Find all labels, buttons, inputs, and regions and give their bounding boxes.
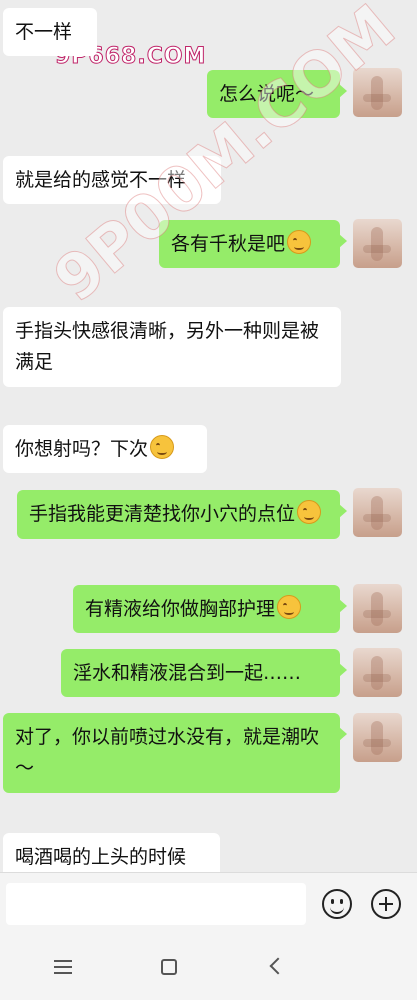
message-bubble-right[interactable]: 淫水和精液混合到一起…… [61, 649, 347, 697]
message-bubble-left[interactable]: 手指头快感很清晰，另外一种则是被满足 [3, 307, 341, 387]
chat-timestamp-mark [0, 812, 50, 824]
user-avatar[interactable] [353, 713, 402, 762]
chat-area[interactable]: 9P668.COM 不一样 怎么说呢～ 就是给的感觉不一样 各有千秋是吧 手指头… [0, 0, 417, 872]
smile-emoji-icon [287, 230, 312, 254]
message-text: 淫水和精液混合到一起…… [73, 662, 302, 684]
user-avatar[interactable] [353, 68, 402, 117]
message-text: 怎么说呢～ [219, 83, 315, 105]
user-avatar[interactable] [353, 488, 402, 537]
message-bubble-left[interactable]: 喝酒喝的上头的时候 [3, 833, 220, 872]
message-bubble-right[interactable]: 有精液给你做胸部护理 [73, 585, 347, 633]
message-text: 有精液给你做胸部护理 [85, 598, 276, 620]
message-text: 对了，你以前喷过水没有，就是潮吹～ [15, 726, 320, 779]
message-input-bar [0, 872, 417, 935]
message-bubble-left[interactable]: 就是给的感觉不一样 [3, 156, 221, 204]
grin-emoji-icon [277, 595, 302, 619]
message-bubble-right[interactable]: 各有千秋是吧 [159, 220, 347, 268]
message-text: 不一样 [15, 21, 73, 43]
menu-icon[interactable] [54, 960, 72, 974]
message-bubble-right[interactable]: 怎么说呢～ [207, 70, 347, 118]
chat-timestamp-mark [0, 290, 50, 302]
message-text: 各有千秋是吧 [171, 233, 286, 255]
back-icon[interactable] [269, 957, 287, 975]
smile-face-icon[interactable] [322, 889, 352, 919]
message-bubble-right[interactable]: 手指我能更清楚找你小穴的点位 [17, 490, 347, 539]
message-text: 就是给的感觉不一样 [15, 169, 187, 191]
message-text: 你想射吗？下次 [15, 438, 149, 460]
user-avatar[interactable] [353, 584, 402, 633]
blush-emoji-icon [297, 500, 322, 524]
message-bubble-right[interactable]: 对了，你以前喷过水没有，就是潮吹～ [3, 713, 347, 793]
user-avatar[interactable] [353, 219, 402, 268]
system-nav-bar [0, 934, 417, 1000]
user-avatar[interactable] [353, 648, 402, 697]
message-bubble-left[interactable]: 不一样 [3, 8, 97, 56]
chat-timestamp-mark [0, 405, 50, 417]
message-input[interactable] [6, 883, 306, 925]
message-text: 手指头快感很清晰，另外一种则是被满足 [15, 320, 320, 373]
home-icon[interactable] [161, 959, 177, 975]
message-text: 手指我能更清楚找你小穴的点位 [29, 503, 296, 525]
message-text: 喝酒喝的上头的时候 [15, 846, 187, 868]
plus-circle-icon[interactable] [371, 889, 401, 919]
message-bubble-left[interactable]: 你想射吗？下次 [3, 425, 207, 473]
blush-emoji-icon [150, 435, 175, 459]
